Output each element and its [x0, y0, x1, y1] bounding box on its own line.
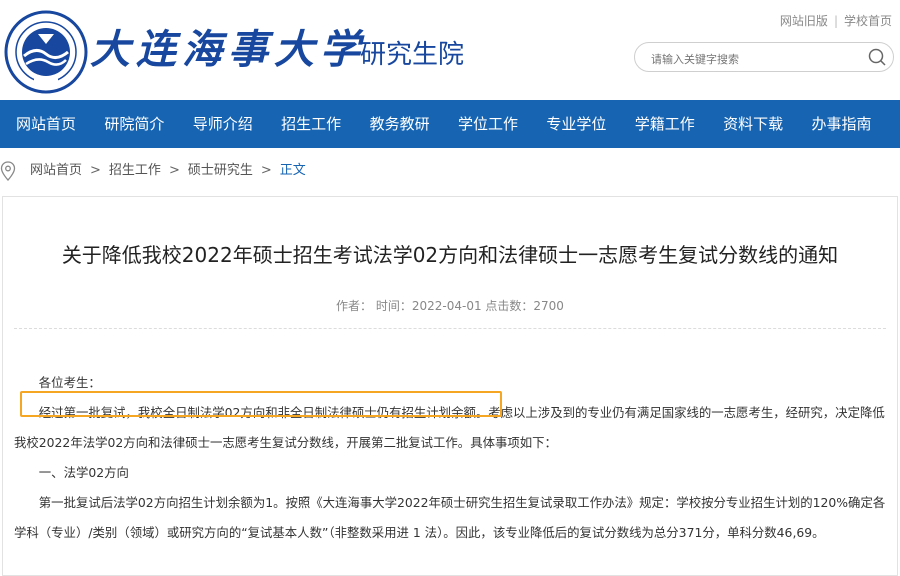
- breadcrumb-current: 正文: [279, 163, 306, 178]
- nav-item-student-status[interactable]: 学籍工作: [621, 100, 709, 148]
- nav-item-intro[interactable]: 研院简介: [90, 100, 178, 148]
- university-emblem-icon[interactable]: [4, 10, 88, 94]
- article-meta: 作者： 时间：2022-04-01 点击数：2700: [336, 299, 564, 313]
- nav-item-professional-degree[interactable]: 专业学位: [532, 100, 620, 148]
- search-input[interactable]: [649, 49, 853, 69]
- breadcrumb-home[interactable]: 网站首页: [30, 163, 82, 178]
- top-links-separator: |: [833, 14, 838, 28]
- nav-item-degree[interactable]: 学位工作: [444, 100, 532, 148]
- breadcrumb-arrow: >: [260, 163, 272, 178]
- article-divider: [14, 328, 886, 329]
- search-box: [634, 42, 894, 72]
- site-header: 大连海事大学 研究生院 网站旧版 | 学校首页: [0, 0, 900, 100]
- breadcrumb-arrow: >: [90, 163, 101, 178]
- university-name-logo[interactable]: 大连海事大学: [90, 28, 366, 72]
- nav-item-teaching[interactable]: 教务教研: [355, 100, 443, 148]
- breadcrumb: 网站首页 > 招生工作 > 硕士研究生 > 正文: [0, 158, 900, 184]
- search-icon[interactable]: [867, 47, 887, 67]
- graduate-school-title: 研究生院: [360, 40, 465, 70]
- school-home-link[interactable]: 学校首页: [844, 14, 892, 28]
- section-heading-1: 一、法学02方向: [38, 465, 129, 480]
- nav-item-admissions[interactable]: 招生工作: [267, 100, 355, 148]
- main-nav: 网站首页 研院简介 导师介绍 招生工作 教务教研 学位工作 专业学位 学籍工作 …: [0, 100, 900, 148]
- article-title: 关于降低我校2022年硕士招生考试法学02方向和法律硕士一志愿考生复试分数线的通…: [61, 243, 839, 267]
- nav-item-downloads[interactable]: 资料下载: [709, 100, 797, 148]
- breadcrumb-admissions[interactable]: 招生工作: [109, 163, 161, 178]
- highlight-box: [20, 391, 502, 417]
- breadcrumb-arrow: >: [168, 163, 180, 178]
- breadcrumb-masters[interactable]: 硕士研究生: [188, 163, 253, 178]
- paragraph-2: 第一批复试后法学02方向招生计划余额为1。按照《大连海事大学2022年硕士研究生…: [14, 495, 886, 540]
- nav-item-home[interactable]: 网站首页: [0, 100, 90, 148]
- nav-item-guide[interactable]: 办事指南: [797, 100, 885, 148]
- location-pin-icon: [0, 161, 16, 181]
- old-site-link[interactable]: 网站旧版: [780, 14, 828, 28]
- top-links: 网站旧版 | 学校首页: [780, 12, 892, 29]
- nav-item-supervisors[interactable]: 导师介绍: [179, 100, 267, 148]
